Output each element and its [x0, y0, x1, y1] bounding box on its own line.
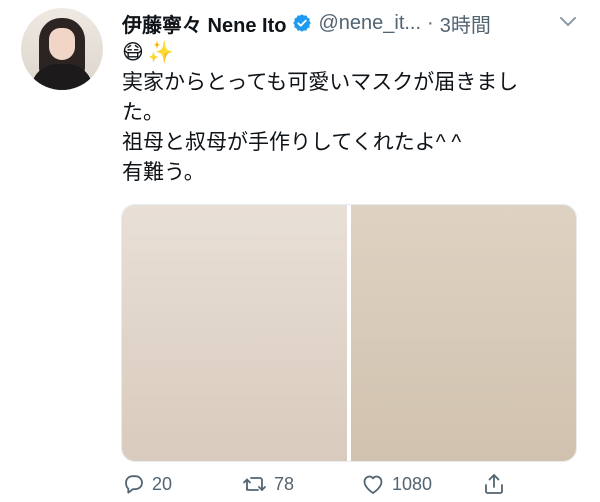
tweet-text-line: た。: [122, 101, 164, 124]
tweet-text-line: 有難う。: [122, 161, 205, 184]
tweet-header: 伊藤寧々 Nene Ito @nene_it... · 3時間: [122, 8, 491, 38]
avatar[interactable]: [21, 8, 103, 90]
photo-right[interactable]: [351, 205, 576, 461]
mask-face-emoji: 😷: [122, 41, 144, 64]
emoji-row: 😷 ✨: [122, 38, 562, 68]
reply-button[interactable]: 20: [122, 470, 172, 498]
like-button[interactable]: 1080: [360, 470, 432, 498]
media-grid: [121, 204, 577, 462]
share-button[interactable]: [482, 470, 506, 498]
reply-count: 20: [152, 473, 173, 494]
more-button[interactable]: [556, 12, 580, 32]
chevron-down-icon: [560, 17, 576, 26]
verified-badge-icon: [292, 13, 312, 33]
tweet-text-line: 祖母と叔母が手作りしてくれたよ^ ^: [122, 131, 462, 154]
retweet-button[interactable]: 78: [242, 470, 294, 498]
heart-icon: [363, 475, 383, 494]
tweet-text: 😷 ✨ 実家からとっても可愛いマスクが届きまし た。 祖母と叔母が手作りしてくれ…: [122, 38, 562, 188]
reply-icon: [125, 475, 143, 494]
timestamp[interactable]: 3時間: [440, 9, 491, 38]
handle[interactable]: @nene_it...: [318, 12, 421, 35]
tweet-text-line: 実家からとっても可愛いマスクが届きまし: [122, 71, 519, 94]
separator-dot: ·: [427, 11, 434, 34]
action-bar: 20 78 1080: [122, 470, 522, 498]
tweet: 伊藤寧々 Nene Ito @nene_it... · 3時間 😷 ✨ 実家から…: [0, 0, 600, 502]
sparkles-emoji: ✨: [147, 41, 175, 64]
photo-left[interactable]: [122, 205, 347, 461]
display-name[interactable]: 伊藤寧々 Nene Ito: [122, 9, 286, 38]
like-count: 1080: [392, 473, 433, 494]
share-icon: [485, 474, 503, 494]
retweet-icon: [243, 477, 266, 491]
retweet-count: 78: [274, 473, 295, 494]
